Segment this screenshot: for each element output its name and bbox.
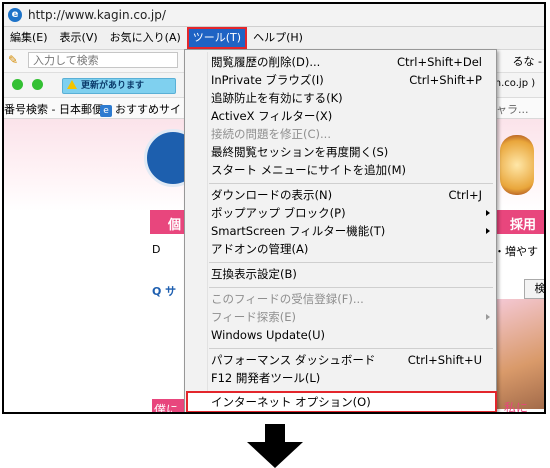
menu-item-label: ダウンロードの表示(N)	[211, 188, 333, 202]
favorite-item[interactable]: 番号検索 - 日本郵便	[4, 101, 103, 117]
down-arrow-icon	[247, 424, 303, 468]
menu-item-downloads[interactable]: ダウンロードの表示(N) Ctrl+J	[185, 185, 496, 205]
menu-item-fix-connection: 接続の問題を修正(C)...	[185, 124, 496, 144]
menu-separator	[209, 262, 493, 263]
menu-item-label: 最終閲覧セッションを再度開く(S)	[211, 145, 389, 159]
menu-item-label: インターネット オプション(O)	[211, 395, 371, 409]
menu-item-tracking-protection[interactable]: 追跡防止を有効にする(K)	[185, 88, 496, 108]
menu-item-performance-dashboard[interactable]: パフォーマンス ダッシュボード Ctrl+Shift+U	[185, 350, 496, 370]
update-badge-label: 更新があります	[81, 81, 145, 91]
menu-item-compatibility-view[interactable]: 互換表示設定(B)	[185, 264, 496, 284]
submenu-arrow-icon	[486, 228, 490, 234]
menu-item-label: SmartScreen フィルター機能(T)	[211, 224, 386, 238]
menu-item-label: このフィードの受信登録(F)...	[211, 292, 364, 306]
favorite-item[interactable]: ャラ...	[496, 101, 529, 117]
menu-item-label: ポップアップ ブロック(P)	[211, 206, 346, 220]
menu-separator	[209, 287, 493, 288]
toolbar3-right-text: in.co.jp )	[492, 78, 536, 89]
menu-item-label: ActiveX フィルター(X)	[211, 109, 333, 123]
green-status-icon	[32, 79, 43, 90]
menu-item-activex-filter[interactable]: ActiveX フィルター(X)	[185, 106, 496, 126]
page-text: D	[152, 243, 161, 256]
menu-separator	[209, 183, 493, 184]
tools-dropdown-menu: 閲覧履歴の削除(D)... Ctrl+Shift+Del InPrivate ブ…	[184, 49, 497, 412]
menu-item-feed-discovery: フィード探索(E)	[185, 307, 496, 327]
menu-item-shortcut: Ctrl+Shift+Del	[397, 55, 482, 69]
menu-favorites[interactable]: お気に入り(A)	[104, 27, 187, 49]
menu-item-label: 互換表示設定(B)	[211, 267, 297, 281]
menu-item-label: 接続の問題を修正(C)...	[211, 127, 331, 141]
menu-item-label: InPrivate ブラウズ(I)	[211, 73, 324, 87]
menu-item-reopen-session[interactable]: 最終閲覧セッションを再度開く(S)	[185, 142, 496, 162]
submenu-arrow-icon	[486, 210, 490, 216]
menu-item-shortcut: Ctrl+Shift+U	[407, 353, 482, 367]
banner-photo	[492, 299, 544, 409]
ie-logo-icon: e	[8, 8, 22, 22]
submenu-arrow-icon	[486, 314, 490, 320]
menu-item-add-to-start[interactable]: スタート メニューにサイトを追加(M)	[185, 160, 496, 180]
menu-item-label: スタート メニューにサイトを追加(M)	[211, 163, 407, 177]
menu-separator	[209, 348, 493, 349]
menu-item-label: 閲覧履歴の削除(D)...	[211, 55, 321, 69]
lantern-image	[500, 135, 534, 195]
menu-item-label: フィード探索(E)	[211, 310, 297, 324]
site-search-label: Q サ	[152, 285, 177, 298]
menu-tools[interactable]: ツール(T)	[186, 27, 248, 49]
menu-item-internet-options[interactable]: インターネット オプション(O)	[185, 392, 496, 412]
favorite-item[interactable]: おすすめサイト	[100, 101, 192, 117]
toolbar-right-text[interactable]: るな -	[513, 53, 542, 69]
menu-item-smartscreen[interactable]: SmartScreen フィルター機能(T)	[185, 221, 496, 241]
pencil-icon[interactable]: ✎	[8, 53, 22, 67]
promo-text: 僕に	[154, 403, 179, 414]
menu-item-f12-devtools[interactable]: F12 開発者ツール(L)	[185, 368, 496, 388]
update-badge[interactable]: 更新があります	[62, 78, 176, 94]
menu-item-delete-history[interactable]: 閲覧履歴の削除(D)... Ctrl+Shift+Del	[185, 52, 496, 72]
menu-item-shortcut: Ctrl+Shift+P	[409, 73, 482, 87]
menu-view[interactable]: 表示(V)	[54, 27, 104, 49]
site-search-button[interactable]: 検	[524, 279, 544, 299]
menu-help[interactable]: ヘルプ(H)	[247, 27, 309, 49]
menu-item-label: F12 開発者ツール(L)	[211, 371, 321, 385]
menu-item-inprivate[interactable]: InPrivate ブラウズ(I) Ctrl+Shift+P	[185, 70, 496, 90]
menu-item-popup-blocker[interactable]: ポップアップ ブロック(P)	[185, 203, 496, 223]
menu-item-label: アドオンの管理(A)	[211, 242, 309, 256]
menu-item-manage-addons[interactable]: アドオンの管理(A)	[185, 239, 496, 259]
menu-item-label: 追跡防止を有効にする(K)	[211, 91, 343, 105]
menu-item-label: パフォーマンス ダッシュボード	[211, 353, 376, 367]
nav-item[interactable]: 採用	[510, 214, 536, 233]
menu-item-windows-update[interactable]: Windows Update(U)	[185, 325, 496, 345]
warning-icon	[67, 80, 77, 89]
menu-bar: 編集(E) 表示(V) お気に入り(A) ツール(T) ヘルプ(H)	[4, 27, 544, 50]
browser-window: e http://www.kagin.co.jp/ 編集(E) 表示(V) お気…	[2, 2, 546, 414]
address-bar[interactable]: e http://www.kagin.co.jp/	[4, 4, 544, 27]
search-input[interactable]: 入力して検索	[28, 52, 178, 68]
menu-item-subscribe-feed: このフィードの受信登録(F)...	[185, 289, 496, 309]
nav-item[interactable]: 個	[168, 214, 181, 233]
menu-item-shortcut: Ctrl+J	[448, 188, 483, 202]
promo-text: 私に	[504, 401, 529, 414]
menu-item-label: Windows Update(U)	[211, 328, 326, 342]
menu-edit[interactable]: 編集(E)	[4, 27, 54, 49]
green-status-icon	[12, 79, 23, 90]
page-text: ・増やす	[494, 245, 538, 258]
url-text[interactable]: http://www.kagin.co.jp/	[28, 8, 166, 22]
